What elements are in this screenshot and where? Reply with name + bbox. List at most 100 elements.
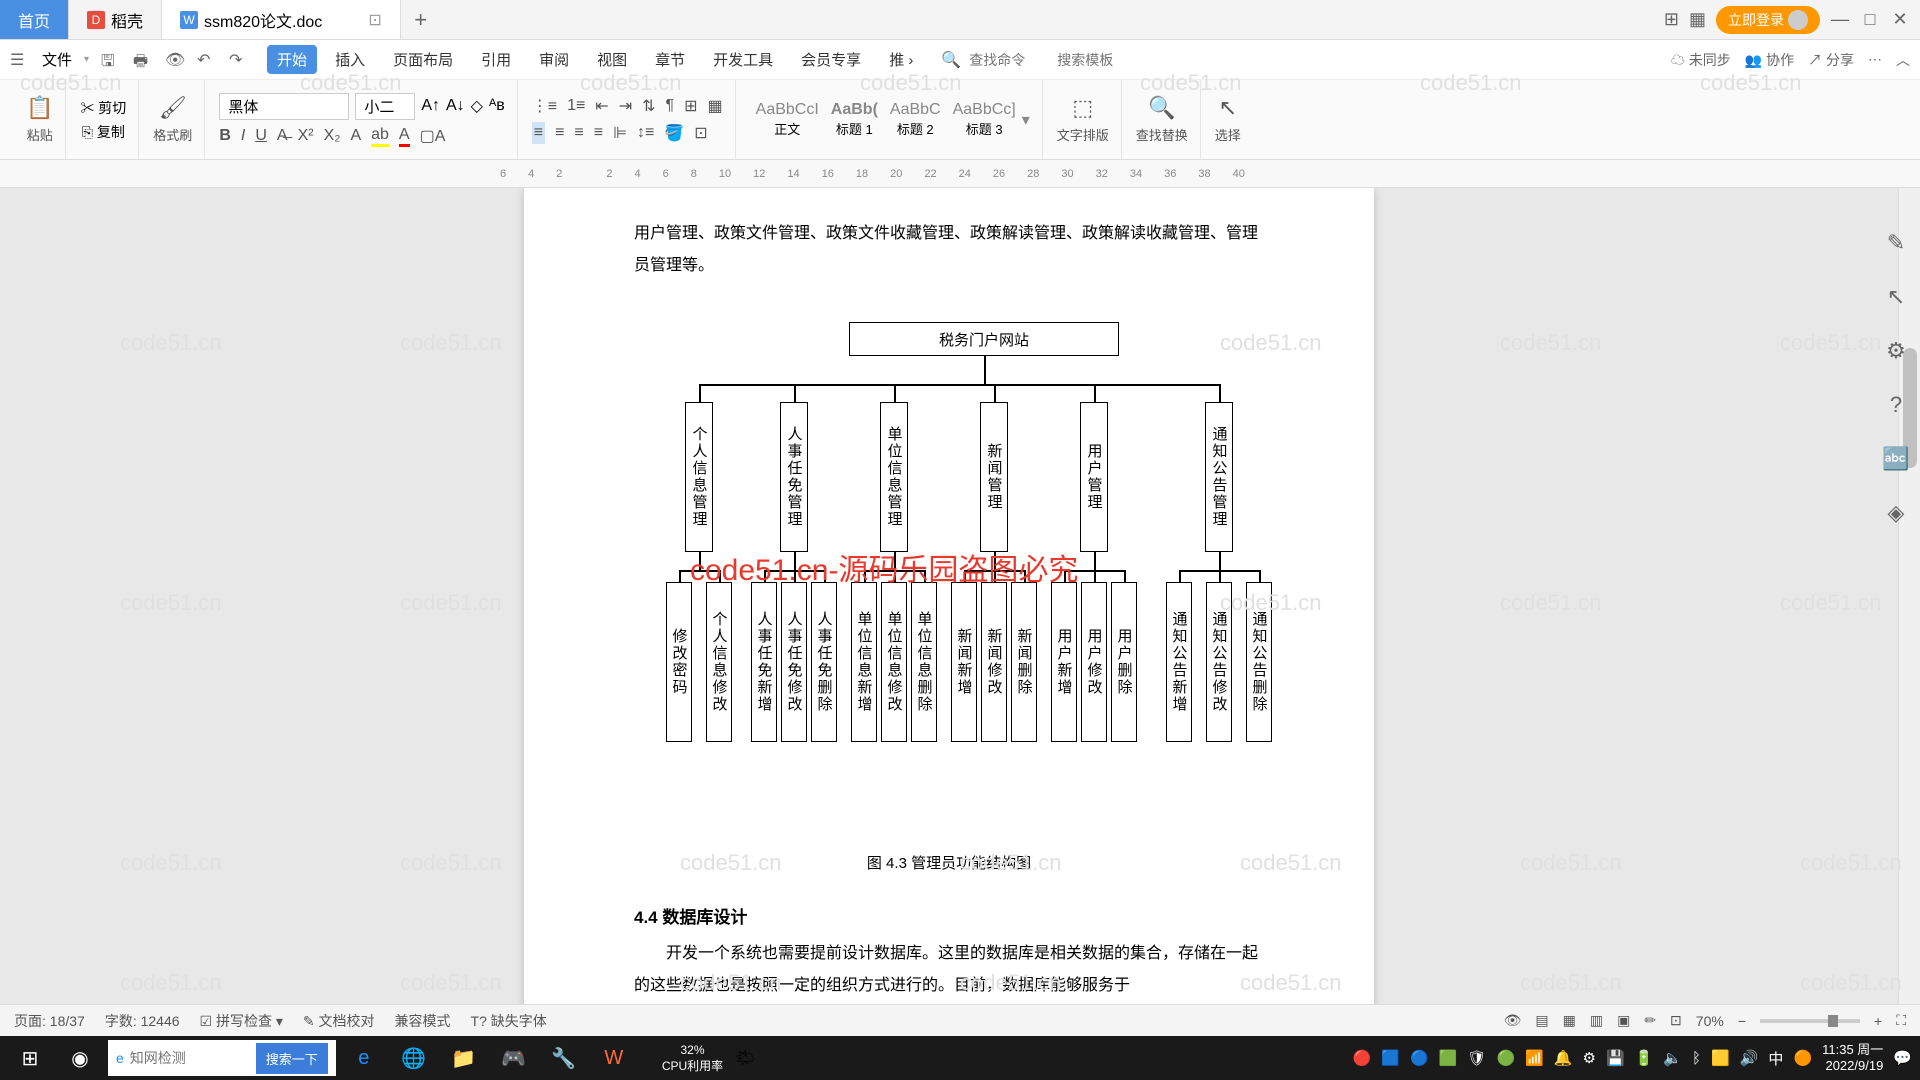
document-area[interactable]: 用户管理、政策文件管理、政策文件收藏管理、政策解读管理、政策解读收藏管理、管理员… — [0, 188, 1898, 1036]
bullet-list-icon[interactable]: ⋮≡ — [532, 96, 557, 116]
bold-button[interactable]: B — [219, 127, 231, 145]
border-icon[interactable]: ⊞ — [684, 96, 697, 116]
tab-pin-icon[interactable]: ⊡ — [368, 10, 381, 30]
app-tool-icon[interactable]: 🔧 — [542, 1039, 586, 1077]
spellcheck-toggle[interactable]: ☑ 拼写检查 ▾ — [200, 1011, 283, 1031]
coop-button[interactable]: 👥 协作 — [1745, 50, 1794, 70]
view-page-icon[interactable]: ▤ — [1535, 1012, 1548, 1029]
text-layout-icon[interactable]: ⬚ — [1072, 95, 1093, 121]
style-more-icon[interactable]: ▾ — [1022, 110, 1030, 130]
zoom-fit-icon[interactable]: ⊡ — [1670, 1012, 1682, 1029]
app-edge-icon[interactable]: 🌐 — [392, 1039, 436, 1077]
menu-insert[interactable]: 插入 — [325, 45, 375, 74]
style-normal[interactable]: AaBbCcI正文 — [750, 99, 825, 140]
menu-vip[interactable]: 会员专享 — [791, 45, 871, 74]
style-h2[interactable]: AaBbC标题 2 — [884, 99, 947, 140]
login-button[interactable]: 立即登录 — [1716, 6, 1820, 34]
align-right-icon[interactable]: ≡ — [574, 124, 583, 142]
command-search[interactable] — [969, 52, 1049, 68]
tab-document[interactable]: Wssm820论文.doc⊡ — [162, 0, 401, 39]
settings-tool-icon[interactable]: ⚙ — [1886, 338, 1906, 364]
menu-view[interactable]: 视图 — [587, 45, 637, 74]
highlight-icon[interactable]: ab — [371, 126, 389, 147]
action-center-icon[interactable]: 💬 — [1893, 1049, 1912, 1067]
page-indicator[interactable]: 页面: 18/37 — [14, 1011, 85, 1031]
tray-icon[interactable]: 🟦 — [1381, 1049, 1400, 1067]
tab-docke[interactable]: D稻壳 — [69, 0, 162, 39]
menu-chapter[interactable]: 章节 — [645, 45, 695, 74]
tray-icon[interactable]: 🔋 — [1635, 1049, 1654, 1067]
tray-icon[interactable]: 🔵 — [1410, 1049, 1429, 1067]
search-input[interactable] — [130, 1050, 250, 1066]
app-ie-icon[interactable]: e — [342, 1039, 386, 1077]
font-color-icon[interactable]: A — [399, 126, 410, 147]
word-count[interactable]: 字数: 12446 — [105, 1011, 180, 1031]
zoom-out[interactable]: − — [1738, 1013, 1746, 1029]
para-mark-icon[interactable]: ¶ — [666, 97, 675, 115]
taskbar-search[interactable]: e 搜索一下 — [108, 1040, 336, 1076]
cpu-widget[interactable]: 32%CPU利用率 — [662, 1043, 723, 1074]
proofread-button[interactable]: ✎ 文档校对 — [303, 1011, 375, 1031]
view-web-icon[interactable]: ▥ — [1590, 1012, 1603, 1029]
underline-button[interactable]: U — [255, 127, 267, 145]
app-wps-icon[interactable]: W — [592, 1039, 636, 1077]
number-list-icon[interactable]: 1≡ — [567, 97, 585, 115]
weather-icon[interactable]: 🌤 — [735, 1048, 755, 1068]
cursor-tool-icon[interactable]: ↖ — [1887, 284, 1905, 310]
borders-icon[interactable]: ⊡ — [694, 123, 707, 143]
select-icon[interactable]: ↖ — [1219, 95, 1237, 121]
paste-icon[interactable]: 📋 — [26, 95, 53, 121]
help-tool-icon[interactable]: ? — [1890, 392, 1902, 418]
search-button[interactable]: 搜索一下 — [256, 1043, 328, 1074]
menu-start[interactable]: 开始 — [267, 45, 317, 74]
subscript-button[interactable]: X₂ — [324, 127, 341, 145]
align-justify-icon[interactable]: ≡ — [594, 124, 603, 142]
tray-icon[interactable]: 🔴 — [1353, 1049, 1372, 1067]
ime-icon[interactable]: 中 — [1768, 1048, 1783, 1069]
share-button[interactable]: ↗ 分享 — [1808, 50, 1854, 70]
menu-layout[interactable]: 页面布局 — [383, 45, 463, 74]
copy-button[interactable]: ⎘ 复制 — [82, 122, 125, 142]
notif-icon[interactable]: 🔔 — [1554, 1049, 1573, 1067]
italic-button[interactable]: I — [241, 127, 245, 145]
tray-icon[interactable]: 💾 — [1606, 1049, 1625, 1067]
menu-devtools[interactable]: 开发工具 — [703, 45, 783, 74]
grid-icon[interactable]: ⊞ — [1664, 9, 1679, 30]
align-center-icon[interactable]: ≡ — [555, 124, 564, 142]
tray-icon[interactable]: 🟨 — [1711, 1049, 1730, 1067]
volume-icon[interactable]: 🔊 — [1740, 1049, 1759, 1067]
edit-icon[interactable]: ✏ — [1644, 1012, 1656, 1029]
font-select[interactable]: 黑体 — [219, 93, 349, 120]
style-h1[interactable]: AaBb(标题 1 — [825, 99, 884, 140]
apps-icon[interactable]: ▦ — [1689, 9, 1706, 30]
bluetooth-icon[interactable]: ᛒ — [1692, 1050, 1701, 1067]
eye-icon[interactable]: 👁 — [1504, 1012, 1522, 1029]
find-icon[interactable]: 🔍 — [1148, 95, 1175, 121]
redo-icon[interactable]: ↷ — [229, 50, 249, 70]
tray-icon[interactable]: 🔈 — [1663, 1049, 1682, 1067]
char-border-icon[interactable]: ▢A — [420, 126, 446, 146]
start-button[interactable]: ⊞ — [8, 1039, 52, 1077]
app-game-icon[interactable]: 🎮 — [492, 1039, 536, 1077]
wifi-icon[interactable]: 📶 — [1525, 1049, 1544, 1067]
distribute-icon[interactable]: ⊫ — [613, 123, 627, 143]
align-left-icon[interactable]: ≡ — [532, 122, 545, 144]
tray-icon[interactable]: 🛡 — [1467, 1049, 1486, 1067]
superscript-button[interactable]: X² — [298, 127, 314, 145]
save-icon[interactable]: 🖫 — [101, 50, 121, 70]
more-icon[interactable]: ⋯ — [1868, 51, 1882, 68]
sort-icon[interactable]: ⇅ — [642, 96, 655, 116]
menu-reference[interactable]: 引用 — [471, 45, 521, 74]
style-h3[interactable]: AaBbCc]标题 3 — [947, 99, 1022, 140]
shrink-font-icon[interactable]: A↓ — [446, 97, 465, 115]
tray-icon[interactable]: ⚙ — [1583, 1049, 1596, 1067]
text-effect-icon[interactable]: A — [350, 127, 361, 145]
file-menu[interactable]: 文件 — [42, 49, 72, 70]
zoom-value[interactable]: 70% — [1696, 1013, 1724, 1029]
cut-button[interactable]: ✂ 剪切 — [80, 98, 126, 118]
app-explorer-icon[interactable]: 📁 — [442, 1039, 486, 1077]
line-spacing-icon[interactable]: ↕≡ — [637, 124, 654, 142]
pen-tool-icon[interactable]: ✎ — [1887, 230, 1905, 256]
clock[interactable]: 11:35 周一2022/9/19 — [1822, 1042, 1883, 1073]
strike-button[interactable]: A̶ — [277, 127, 288, 145]
